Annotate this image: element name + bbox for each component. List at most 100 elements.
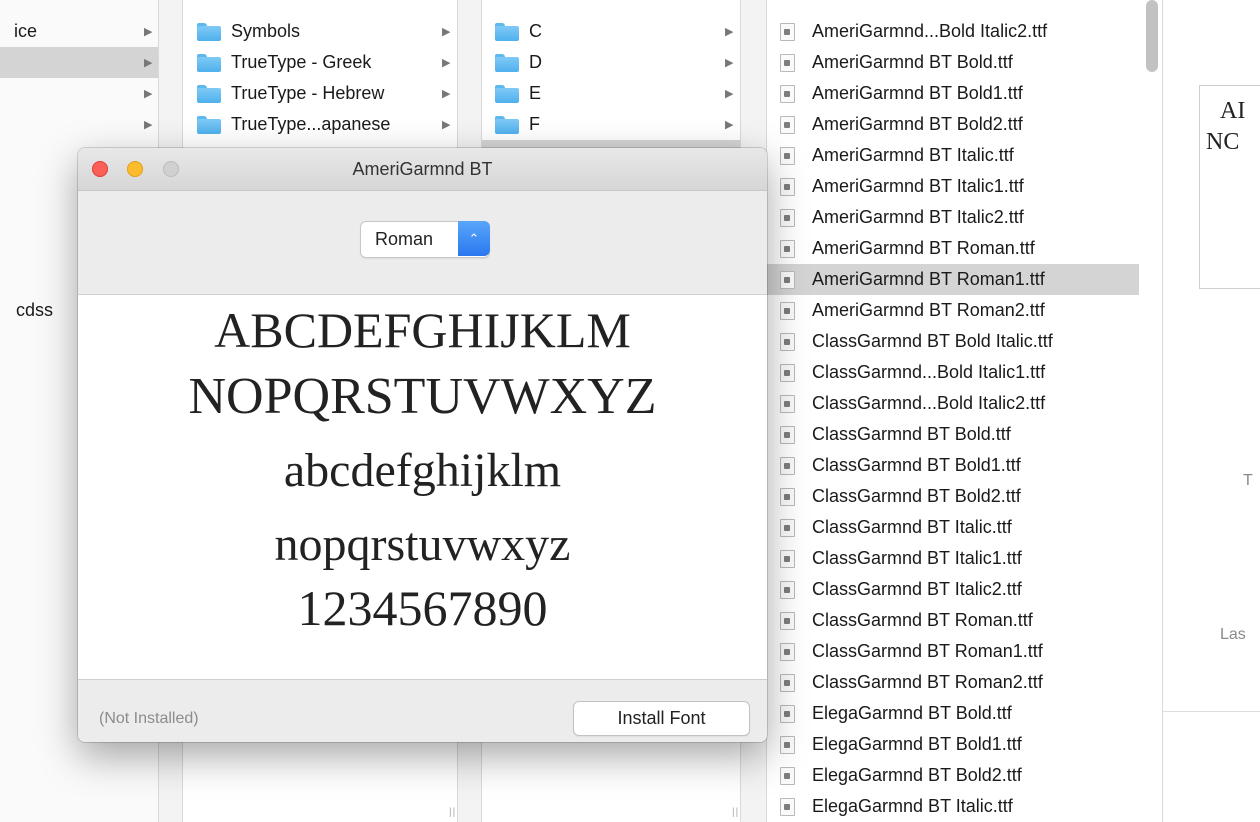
- file-name: ElegaGarmnd BT Bold2.ttf: [812, 765, 1022, 785]
- folder-row[interactable]: C ▶: [482, 16, 740, 47]
- file-row[interactable]: ElegaGarmnd BT Italic.ttf: [767, 791, 1139, 822]
- file-row[interactable]: AmeriGarmnd BT Bold1.ttf: [767, 78, 1139, 109]
- disclosure-arrow-icon: ▶: [442, 26, 451, 38]
- file-row[interactable]: ClassGarmnd...Bold Italic2.ttf: [767, 388, 1139, 419]
- file-name: ClassGarmnd BT Roman.ttf: [812, 610, 1033, 630]
- install-status: (Not Installed): [99, 710, 199, 727]
- disclosure-arrow-icon: ▶: [442, 119, 451, 131]
- file-row[interactable]: AmeriGarmnd BT Italic.ttf: [767, 140, 1139, 171]
- folder-row[interactable]: TrueType - Hebrew ▶: [183, 78, 457, 109]
- file-row[interactable]: ClassGarmnd BT Bold Italic.ttf: [767, 326, 1139, 357]
- column-resize-grip[interactable]: ||: [449, 807, 456, 818]
- disclosure-arrow-icon: ▶: [725, 119, 734, 131]
- file-row[interactable]: AmeriGarmnd BT Roman.ttf: [767, 233, 1139, 264]
- file-row[interactable]: AmeriGarmnd BT Italic2.ttf: [767, 202, 1139, 233]
- ttf-file-icon: [780, 549, 795, 568]
- disclosure-arrow-icon: ▶: [725, 88, 734, 100]
- file-name: ClassGarmnd BT Bold Italic.ttf: [812, 331, 1053, 351]
- sample-line: ABCDEFGHIJKLM: [214, 302, 631, 358]
- file-row[interactable]: AmeriGarmnd BT Italic1.ttf: [767, 171, 1139, 202]
- file-row[interactable]: AmeriGarmnd BT Roman2.ttf: [767, 295, 1139, 326]
- column1-row-label: cdss: [16, 300, 54, 320]
- ttf-file-icon: [780, 84, 795, 103]
- folder-label: TrueType...apanese: [231, 114, 391, 134]
- file-name: AmeriGarmnd BT Bold.ttf: [812, 52, 1013, 72]
- folder-icon: [197, 22, 221, 41]
- style-toolbar: Roman ⌃: [78, 191, 767, 295]
- sample-line: abcdefghijklm: [283, 444, 562, 497]
- file-row[interactable]: ClassGarmnd BT Italic1.ttf: [767, 543, 1139, 574]
- file-name: AmeriGarmnd BT Italic2.ttf: [812, 207, 1024, 227]
- file-row[interactable]: ClassGarmnd BT Italic2.ttf: [767, 574, 1139, 605]
- folder-label: F: [529, 114, 540, 134]
- folder-row[interactable]: F ▶: [482, 109, 740, 140]
- file-name: AmeriGarmnd BT Italic1.ttf: [812, 176, 1024, 196]
- disclosure-arrow-icon: ▶: [442, 88, 451, 100]
- folder-row[interactable]: D ▶: [482, 47, 740, 78]
- file-name: ClassGarmnd BT Bold.ttf: [812, 424, 1011, 444]
- sample-line: nopqrstuvwxyz: [274, 518, 571, 571]
- file-row[interactable]: ClassGarmnd BT Bold1.ttf: [767, 450, 1139, 481]
- folder-row[interactable]: E ▶: [482, 78, 740, 109]
- info-label: T: [1243, 472, 1253, 489]
- ttf-file-icon: [780, 332, 795, 351]
- folder-icon: [495, 115, 519, 134]
- ttf-file-icon: [780, 797, 795, 816]
- ttf-file-icon: [780, 611, 795, 630]
- column1-row[interactable]: ice ▶: [0, 16, 158, 47]
- file-name: ElegaGarmnd BT Bold.ttf: [812, 703, 1012, 723]
- file-row-selected[interactable]: AmeriGarmnd BT Roman1.ttf: [767, 264, 1139, 295]
- ttf-file-icon: [780, 115, 795, 134]
- ttf-file-icon: [780, 239, 795, 258]
- folder-icon: [495, 53, 519, 72]
- file-row[interactable]: ClassGarmnd BT Roman1.ttf: [767, 636, 1139, 667]
- folder-label: Symbols: [231, 21, 301, 41]
- ttf-file-icon: [780, 363, 795, 382]
- ttf-file-icon: [780, 673, 795, 692]
- file-name: AmeriGarmnd BT Roman2.ttf: [812, 300, 1045, 320]
- file-row[interactable]: ElegaGarmnd BT Bold.ttf: [767, 698, 1139, 729]
- file-row[interactable]: ClassGarmnd...Bold Italic1.ttf: [767, 357, 1139, 388]
- folder-label: E: [529, 83, 542, 103]
- thumbnail-line: AI: [1220, 98, 1246, 124]
- disclosure-arrow-icon: ▶: [144, 26, 153, 38]
- folder-row[interactable]: TrueType...apanese ▶: [183, 109, 457, 140]
- file-name: ClassGarmnd BT Bold2.ttf: [812, 486, 1021, 506]
- window-titlebar[interactable]: AmeriGarmnd BT: [78, 148, 767, 191]
- file-row[interactable]: ClassGarmnd BT Roman.ttf: [767, 605, 1139, 636]
- window-footer: (Not Installed) Install Font: [78, 680, 767, 742]
- column1-row[interactable]: ▶: [0, 109, 158, 140]
- folder-icon: [495, 84, 519, 103]
- finder-column-files: AmeriGarmnd...Bold Italic2.ttf AmeriGarmn…: [767, 0, 1139, 822]
- column1-row-selected[interactable]: ▶: [0, 47, 158, 78]
- ttf-file-icon: [780, 487, 795, 506]
- font-sample: ABCDEFGHIJKLM NOPQRSTUVWXYZ abcdefghijkl…: [78, 295, 767, 680]
- file-row[interactable]: AmeriGarmnd...Bold Italic2.ttf: [767, 16, 1139, 47]
- file-name: AmeriGarmnd BT Roman1.ttf: [812, 269, 1045, 289]
- file-row[interactable]: ClassGarmnd BT Bold.ttf: [767, 419, 1139, 450]
- folder-row[interactable]: Symbols ▶: [183, 16, 457, 47]
- ttf-file-icon: [780, 766, 795, 785]
- file-row[interactable]: ClassGarmnd BT Bold2.ttf: [767, 481, 1139, 512]
- info-label: Las: [1220, 626, 1246, 643]
- disclosure-arrow-icon: ▶: [442, 57, 451, 69]
- file-row[interactable]: ElegaGarmnd BT Bold1.ttf: [767, 729, 1139, 760]
- file-row[interactable]: AmeriGarmnd BT Bold2.ttf: [767, 109, 1139, 140]
- ttf-file-icon: [780, 704, 795, 723]
- folder-row[interactable]: TrueType - Greek ▶: [183, 47, 457, 78]
- file-row[interactable]: AmeriGarmnd BT Bold.ttf: [767, 47, 1139, 78]
- ttf-file-icon: [780, 53, 795, 72]
- file-row[interactable]: ClassGarmnd BT Roman2.ttf: [767, 667, 1139, 698]
- file-row[interactable]: ElegaGarmnd BT Bold2.ttf: [767, 760, 1139, 791]
- vertical-scrollbar[interactable]: [1146, 0, 1158, 72]
- folder-label: TrueType - Hebrew: [231, 83, 385, 103]
- popup-stepper-icon: ⌃: [458, 221, 490, 256]
- file-name: ElegaGarmnd BT Italic.ttf: [812, 796, 1013, 816]
- column-resize-grip[interactable]: ||: [732, 807, 739, 818]
- install-font-button[interactable]: Install Font: [573, 701, 750, 736]
- file-row[interactable]: ClassGarmnd BT Italic.ttf: [767, 512, 1139, 543]
- ttf-file-icon: [780, 425, 795, 444]
- style-popup[interactable]: Roman ⌃: [360, 221, 490, 258]
- file-name: AmeriGarmnd BT Roman.ttf: [812, 238, 1035, 258]
- column1-row[interactable]: ▶: [0, 78, 158, 109]
